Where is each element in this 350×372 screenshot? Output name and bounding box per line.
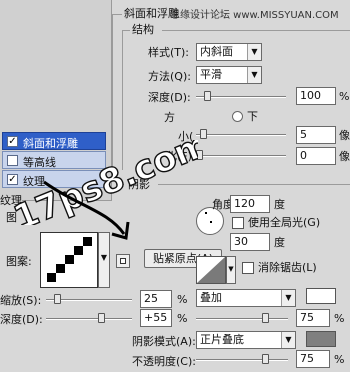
shadow-opacity-label: 不透明度(C): [132, 355, 196, 368]
shadow-opacity-unit: % [334, 353, 345, 366]
pattern-label: 图案: [6, 255, 32, 268]
highlight-opacity-slider-track[interactable] [196, 318, 288, 320]
direction-label: 方 [164, 111, 175, 124]
direction-down-radio[interactable] [232, 111, 243, 122]
contour-curve-icon [197, 257, 225, 283]
new-preset-button[interactable] [116, 254, 130, 268]
depth-label: 深度(D): [148, 91, 191, 104]
altitude-unit: 度 [274, 236, 285, 249]
gloss-contour-swatch[interactable] [196, 256, 226, 284]
texture-depth-slider-thumb[interactable] [98, 313, 105, 323]
highlight-opacity-unit: % [334, 312, 345, 325]
new-preset-icon [120, 258, 126, 264]
global-light-label: 使用全局光(G) [248, 216, 321, 229]
size-unit: 像素 [339, 129, 350, 142]
highlight-mode-select[interactable]: 叠加 ▼ [196, 289, 296, 307]
technique-select-value: 平滑 [200, 68, 222, 81]
structure-title: 结构 [132, 23, 154, 36]
highlight-mode-value: 叠加 [200, 291, 222, 304]
depth-input[interactable]: 100 [296, 87, 336, 105]
soften-unit: 像素 [339, 150, 350, 163]
angle-input[interactable]: 120 [230, 195, 270, 213]
size-slider-thumb[interactable] [200, 129, 207, 139]
shadow-mode-label: 阴影模式(A): [132, 335, 196, 348]
highlight-opacity-slider-thumb[interactable] [262, 313, 269, 323]
shadow-mode-select[interactable]: 正片叠底 ▼ [196, 331, 296, 349]
chevron-down-icon: ▼ [281, 332, 295, 348]
anti-alias-checkbox[interactable] [242, 262, 254, 274]
bevel-group-border [112, 14, 122, 15]
chevron-down-icon: ▼ [247, 67, 261, 83]
dial-angle-dot [205, 212, 207, 214]
global-light-checkbox[interactable] [232, 217, 244, 229]
style-select-value: 内斜面 [200, 45, 233, 58]
highlight-opacity-input[interactable]: 75 [296, 309, 330, 327]
annotation-arrow-icon [43, 180, 130, 240]
chevron-down-icon: ▼ [247, 44, 261, 60]
texture-depth-unit: % [177, 312, 188, 325]
shadow-opacity-slider-track[interactable] [196, 359, 288, 361]
structure-group-border [122, 30, 130, 31]
direction-down-label: 下 [247, 110, 258, 123]
depth-slider-thumb[interactable] [204, 91, 211, 101]
style-label: 样式(T): [148, 46, 190, 59]
angle-unit: 度 [274, 198, 285, 211]
scale-input[interactable]: 25 [140, 290, 172, 308]
style-select[interactable]: 内斜面 ▼ [196, 43, 262, 61]
shadow-color-swatch[interactable] [306, 331, 336, 347]
highlight-color-swatch[interactable] [306, 288, 336, 304]
altitude-input[interactable]: 30 [230, 233, 270, 251]
scale-unit: % [177, 293, 188, 306]
watermark-header: 思缘设计论坛 www.MISSYUAN.COM [170, 10, 339, 21]
technique-label: 方法(Q): [148, 70, 191, 83]
anti-alias-label: 消除锯齿(L) [258, 261, 317, 274]
technique-select[interactable]: 平滑 ▼ [196, 66, 262, 84]
structure-group-border [162, 30, 350, 31]
size-slider-track[interactable] [196, 134, 286, 136]
scale-label: 缩放(S): [0, 294, 42, 307]
texture-depth-slider-track[interactable] [46, 318, 132, 320]
scale-slider-thumb[interactable] [54, 294, 61, 304]
dial-center-dot [210, 221, 212, 223]
depth-unit: % [339, 90, 350, 103]
shadow-opacity-slider-thumb[interactable] [262, 354, 269, 364]
contour-dropdown-arrow[interactable]: ▼ [226, 256, 236, 284]
texture-depth-label: 深度(D): [0, 313, 43, 326]
angle-dial[interactable] [196, 207, 224, 235]
texture-depth-input[interactable]: +55 [140, 309, 172, 327]
soften-slider-track[interactable] [196, 155, 286, 157]
shadow-mode-value: 正片叠底 [200, 333, 244, 346]
size-input[interactable]: 5 [296, 126, 336, 144]
soften-input[interactable]: 0 [296, 147, 336, 165]
shadow-opacity-input[interactable]: 75 [296, 350, 330, 368]
chevron-down-icon: ▼ [281, 290, 295, 306]
